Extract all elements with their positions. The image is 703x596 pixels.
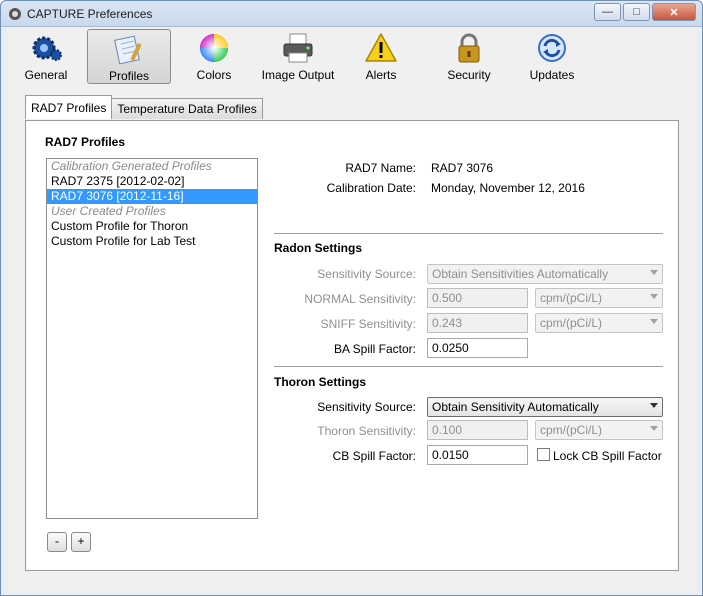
chevron-down-icon — [650, 403, 658, 408]
gear-icon — [32, 36, 62, 61]
title-bar[interactable]: CAPTURE Preferences — □ ✕ — [1, 1, 702, 27]
tab-temperature-data-profiles[interactable]: Temperature Data Profiles — [111, 98, 263, 119]
maximize-icon: □ — [633, 6, 640, 18]
toolbar-profiles[interactable]: Profiles — [87, 29, 171, 84]
refresh-icon — [538, 34, 566, 62]
client-area: General Profiles Colors Image Output Ale… — [7, 27, 696, 591]
list-item[interactable]: Custom Profile for Lab Test — [47, 234, 257, 249]
tab-strip: RAD7 Profiles Temperature Data Profiles — [25, 95, 263, 120]
normal-sensitivity-label: NORMAL Sensitivity: — [304, 292, 416, 306]
toolbar-label: General — [24, 68, 68, 82]
radon-settings-heading: Radon Settings — [274, 241, 363, 255]
padlock-icon — [458, 33, 480, 63]
minimize-button[interactable]: — — [594, 3, 621, 21]
toolbar-security[interactable]: Security — [431, 29, 507, 84]
toolbar-alerts[interactable]: Alerts — [349, 29, 413, 84]
thoron-source-value: Obtain Sensitivity Automatically — [432, 400, 599, 414]
color-wheel-icon — [200, 34, 228, 62]
toolbar-label: Image Output — [261, 68, 335, 82]
rad7-name-value: RAD7 3076 — [431, 161, 494, 175]
toolbar-updates[interactable]: Updates — [519, 29, 585, 84]
notepad-icon — [114, 35, 142, 65]
chevron-down-icon — [650, 270, 658, 275]
calibration-date-label: Calibration Date: — [326, 181, 416, 195]
thoron-unit-select[interactable]: cpm/(pCi/L) — [535, 420, 663, 440]
remove-profile-button[interactable]: - — [47, 532, 67, 552]
thoron-settings-heading: Thoron Settings — [274, 375, 366, 389]
toolbar-label: Colors — [196, 68, 232, 82]
profiles-heading: RAD7 Profiles — [45, 135, 126, 149]
profiles-list[interactable]: Calibration Generated Profiles RAD7 2375… — [46, 158, 258, 519]
cb-spill-factor-label: CB Spill Factor: — [332, 449, 416, 463]
sniff-unit-value: cpm/(pCi/L) — [540, 316, 603, 330]
thoron-unit-value: cpm/(pCi/L) — [540, 423, 603, 437]
thoron-source-label: Sensitivity Source: — [317, 400, 416, 414]
normal-unit-value: cpm/(pCi/L) — [540, 291, 603, 305]
toolbar-colors[interactable]: Colors — [179, 29, 249, 84]
app-icon — [9, 8, 21, 20]
preferences-toolbar: General Profiles Colors Image Output Ale… — [7, 27, 696, 89]
maximize-button[interactable]: □ — [623, 3, 650, 21]
thoron-source-select[interactable]: Obtain Sensitivity Automatically — [427, 397, 663, 417]
radon-source-value: Obtain Sensitivities Automatically — [432, 267, 609, 281]
toolbar-label: Profiles — [108, 69, 149, 83]
normal-sensitivity-field[interactable]: 0.500 — [427, 288, 528, 308]
normal-unit-select[interactable]: cpm/(pCi/L) — [535, 288, 663, 308]
toolbar-label: Alerts — [365, 68, 397, 82]
sniff-sensitivity-field[interactable]: 0.243 — [427, 313, 528, 333]
minimize-icon: — — [602, 6, 613, 18]
sniff-sensitivity-label: SNIFF Sensitivity: — [320, 317, 416, 331]
toolbar-label: Updates — [529, 68, 575, 82]
preferences-window: CAPTURE Preferences — □ ✕ General Profil… — [0, 0, 703, 596]
rad7-name-label: RAD7 Name: — [345, 161, 416, 175]
radon-source-label: Sensitivity Source: — [317, 267, 416, 281]
warning-icon — [365, 33, 397, 62]
list-group-header: Calibration Generated Profiles — [51, 159, 212, 173]
list-item[interactable]: Custom Profile for Thoron — [47, 219, 257, 234]
printer-icon — [283, 33, 313, 63]
list-item-selected[interactable]: RAD7 3076 [2012-11-16] — [47, 189, 257, 204]
close-button[interactable]: ✕ — [652, 3, 696, 21]
ba-spill-factor-label: BA Spill Factor: — [333, 342, 416, 356]
chevron-down-icon — [650, 319, 658, 324]
add-profile-button[interactable]: + — [71, 532, 91, 552]
rad7-profiles-panel: RAD7 Profiles Calibration Generated Prof… — [25, 120, 679, 571]
chevron-down-icon — [650, 426, 658, 431]
sniff-unit-select[interactable]: cpm/(pCi/L) — [535, 313, 663, 333]
divider — [274, 233, 663, 234]
radon-source-select[interactable]: Obtain Sensitivities Automatically — [427, 264, 663, 284]
tab-rad7-profiles[interactable]: RAD7 Profiles — [25, 95, 113, 119]
cb-spill-factor-field[interactable]: 0.0150 — [427, 445, 528, 465]
toolbar-label: Security — [447, 68, 491, 82]
window-title: CAPTURE Preferences — [27, 7, 153, 21]
chevron-down-icon — [650, 294, 658, 299]
ba-spill-factor-field[interactable]: 0.0250 — [427, 338, 528, 358]
thoron-sensitivity-label: Thoron Sensitivity: — [317, 424, 416, 438]
lock-cb-spill-factor-label[interactable]: Lock CB Spill Factor — [553, 449, 662, 463]
divider — [274, 366, 663, 367]
thoron-sensitivity-field[interactable]: 0.100 — [427, 420, 528, 440]
calibration-date-value: Monday, November 12, 2016 — [431, 181, 585, 195]
toolbar-general[interactable]: General — [11, 29, 81, 84]
lock-cb-spill-factor-checkbox[interactable] — [537, 448, 550, 461]
list-group-header: User Created Profiles — [51, 204, 166, 218]
list-item[interactable]: RAD7 2375 [2012-02-02] — [47, 174, 257, 189]
toolbar-image-output[interactable]: Image Output — [257, 29, 339, 84]
close-icon: ✕ — [669, 6, 679, 19]
